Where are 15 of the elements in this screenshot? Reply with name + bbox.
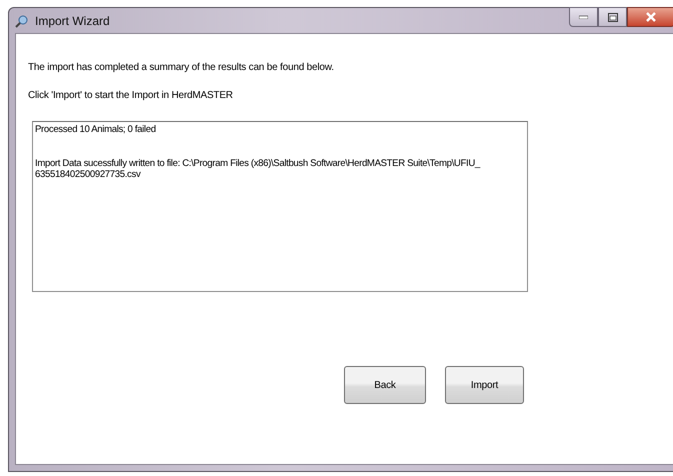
instruction-text: The import has completed a summary of the results can be found below. [28, 62, 335, 73]
result-line: Import Data sucessfully written to file: C:\Program Files (x86)\Saltbush Software\HerdMASTER Suite\Temp\UFIU_ [35, 158, 482, 169]
maximize-button[interactable] [598, 7, 627, 27]
close-icon [645, 12, 657, 22]
result-line: Processed 10 Animals; 0 failed [35, 124, 157, 135]
close-button[interactable] [627, 7, 673, 27]
maximize-icon [608, 12, 618, 22]
instruction-text: Click 'Import' to start the Import in HerdMASTER [28, 90, 234, 101]
results-box[interactable]: Processed 10 Animals; 0 failed Import Data sucessfully written to file: C:\Program Files (x86)\Saltbush Software\HerdMASTER Suite\Temp\UFIU_ 635518402500927735.csv [32, 121, 528, 292]
minimize-button[interactable] [569, 7, 598, 27]
result-line: 635518402500927735.csv [35, 169, 142, 180]
back-button[interactable]: Back [344, 366, 426, 404]
window-title: Import Wizard [35, 14, 110, 28]
minimize-icon [579, 15, 588, 19]
import-button[interactable]: Import [445, 366, 524, 404]
